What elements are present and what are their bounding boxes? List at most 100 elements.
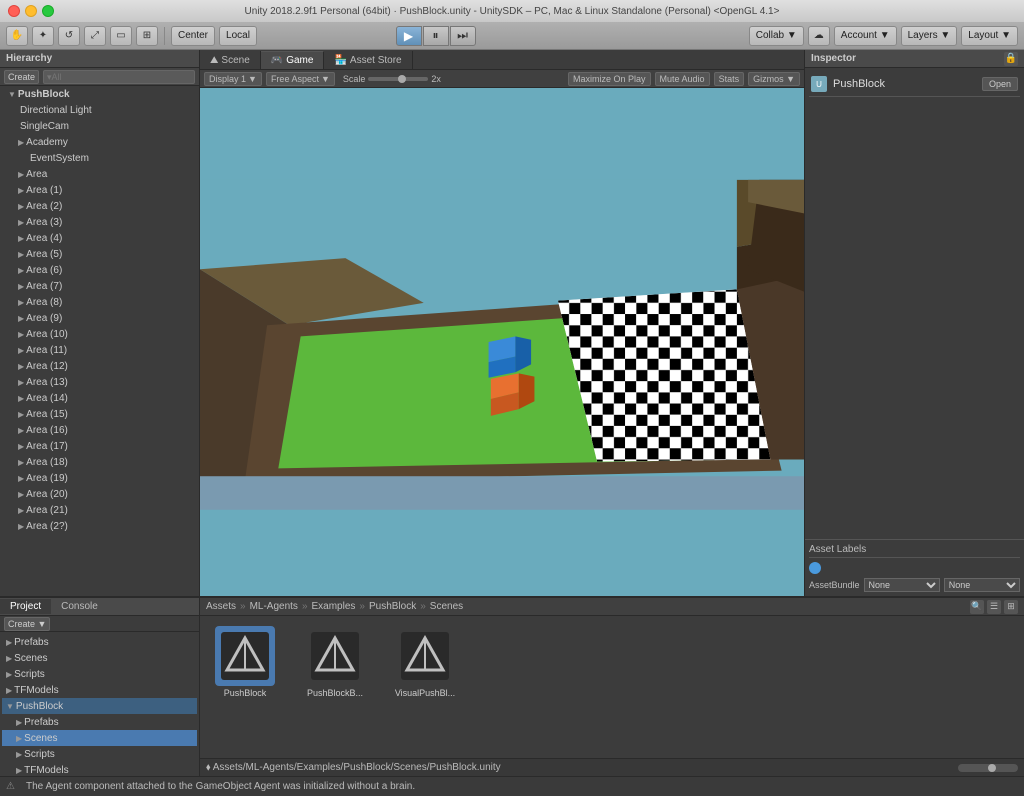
tab-console[interactable]: Console [51, 599, 108, 614]
maximize-button[interactable] [42, 5, 54, 17]
aspect-selector[interactable]: Free Aspect ▼ [266, 72, 335, 86]
multi-tool-btn[interactable]: ⊞ [136, 26, 158, 46]
title-bar: Unity 2018.2.9f1 Personal (64bit) · Push… [0, 0, 1024, 22]
hierarchy-item[interactable]: ▼PushBlock [0, 86, 199, 102]
project-tree-item[interactable]: ▶Prefabs [2, 634, 197, 650]
scale-value: 2x [431, 74, 441, 84]
breadcrumb-assets[interactable]: Assets [206, 601, 236, 612]
hierarchy-item[interactable]: ▶Area (16) [0, 422, 199, 438]
cloud-icon[interactable]: ☁ [808, 26, 830, 46]
collab-button[interactable]: Collab ▼ [749, 26, 804, 46]
hierarchy-item[interactable]: ▶Area (10) [0, 326, 199, 342]
rotate-tool-btn[interactable]: ↺ [58, 26, 80, 46]
project-tree-item[interactable]: ▶Scenes [2, 650, 197, 666]
window-controls[interactable] [8, 5, 54, 17]
stats-btn[interactable]: Stats [714, 72, 745, 86]
hierarchy-item[interactable]: ▶Area (2) [0, 198, 199, 214]
hierarchy-item[interactable]: EventSystem [0, 150, 199, 166]
asset-item[interactable]: VisualPushBl... [390, 626, 460, 698]
project-tree-item[interactable]: ▶TFModels [2, 682, 197, 698]
maximize-on-play-btn[interactable]: Maximize On Play [568, 72, 651, 86]
minimize-button[interactable] [25, 5, 37, 17]
hierarchy-item[interactable]: ▶Area (12) [0, 358, 199, 374]
project-tree-item[interactable]: ▶Scripts [2, 746, 197, 762]
hierarchy-item[interactable]: ▶Area (2?) [0, 518, 199, 534]
assetbundle-select-2[interactable]: None [944, 578, 1020, 592]
hierarchy-item[interactable]: ▶Area (3) [0, 214, 199, 230]
hierarchy-item[interactable]: ▶Area [0, 166, 199, 182]
breadcrumb-pushblock[interactable]: PushBlock [369, 601, 416, 612]
display-selector[interactable]: Display 1 ▼ [204, 72, 262, 86]
local-toggle-btn[interactable]: Local [219, 26, 257, 46]
layout-button[interactable]: Layout ▼ [961, 26, 1018, 46]
hierarchy-item[interactable]: ▶Area (4) [0, 230, 199, 246]
window-title: Unity 2018.2.9f1 Personal (64bit) · Push… [245, 6, 780, 17]
scale-slider[interactable] [368, 77, 428, 81]
center-toggle-btn[interactable]: Center [171, 26, 215, 46]
project-tree-item[interactable]: ▼PushBlock [2, 698, 197, 714]
hierarchy-item[interactable]: ▶Area (9) [0, 310, 199, 326]
tab-scene[interactable]: ⛰ Scene [200, 51, 261, 69]
asset-label: VisualPushBl... [390, 688, 460, 698]
layers-button[interactable]: Layers ▼ [901, 26, 958, 46]
breadcrumb-examples[interactable]: Examples [312, 601, 356, 612]
hierarchy-item[interactable]: ▶Area (13) [0, 374, 199, 390]
hierarchy-item[interactable]: ▶Area (15) [0, 406, 199, 422]
assets-view-btn[interactable]: ⊞ [1004, 600, 1018, 614]
move-tool-btn[interactable]: ✦ [32, 26, 54, 46]
mute-label: Mute Audio [660, 74, 705, 84]
project-tree-item[interactable]: ▶Scripts [2, 666, 197, 682]
project-tree-item[interactable]: ▶Scenes [2, 730, 197, 746]
project-tree-item[interactable]: ▶TFModels [2, 762, 197, 776]
hierarchy-item[interactable]: ▶Area (5) [0, 246, 199, 262]
account-button[interactable]: Account ▼ [834, 26, 897, 46]
tab-scene-label: Scene [221, 55, 249, 66]
hierarchy-create-btn[interactable]: Create [4, 70, 39, 84]
hierarchy-item[interactable]: SingleCam [0, 118, 199, 134]
project-create-btn[interactable]: Create ▼ [4, 617, 50, 631]
assetbundle-select-1[interactable]: None [864, 578, 940, 592]
assets-panel: Assets » ML-Agents » Examples » PushBloc… [200, 598, 1024, 776]
tab-asset-store[interactable]: 🏪 Asset Store [324, 51, 412, 69]
pause-button[interactable]: ⏸ [423, 26, 449, 46]
open-scene-btn[interactable]: Open [982, 77, 1018, 91]
hierarchy-item[interactable]: ▶Area (8) [0, 294, 199, 310]
asset-indicator [809, 562, 821, 574]
scale-control: Scale 2x [339, 73, 445, 85]
breadcrumb-scenes[interactable]: Scenes [430, 601, 463, 612]
hierarchy-item[interactable]: ▶Area (14) [0, 390, 199, 406]
step-button[interactable]: ⏭ [450, 26, 476, 46]
hierarchy-item[interactable]: ▶Area (19) [0, 470, 199, 486]
asset-item[interactable]: PushBlock [210, 626, 280, 698]
tab-project[interactable]: Project [0, 599, 51, 614]
mute-audio-btn[interactable]: Mute Audio [655, 72, 710, 86]
hierarchy-item[interactable]: Directional Light [0, 102, 199, 118]
assets-content: PushBlock PushBlockB... VisualPushBl... [200, 616, 1024, 758]
gizmos-btn[interactable]: Gizmos ▼ [748, 72, 800, 86]
inspector-header: Inspector 🔒 [805, 50, 1024, 68]
rect-tool-btn[interactable]: ▭ [110, 26, 132, 46]
zoom-slider[interactable] [958, 764, 1018, 772]
play-button[interactable]: ▶ [396, 26, 422, 46]
view-tabs: ⛰ Scene 🎮 Game 🏪 Asset Store [200, 50, 804, 70]
inspector-lock-btn[interactable]: 🔒 [1004, 52, 1018, 66]
hierarchy-item[interactable]: ▶Area (17) [0, 438, 199, 454]
project-tree-item[interactable]: ▶Prefabs [2, 714, 197, 730]
search-toggle-btn[interactable]: 🔍 [970, 600, 984, 614]
breadcrumb-ml-agents[interactable]: ML-Agents [250, 601, 298, 612]
hierarchy-item[interactable]: ▶Area (1) [0, 182, 199, 198]
hierarchy-item[interactable]: ▶Academy [0, 134, 199, 150]
hierarchy-item[interactable]: ▶Area (11) [0, 342, 199, 358]
asset-item[interactable]: PushBlockB... [300, 626, 370, 698]
close-button[interactable] [8, 5, 20, 17]
assets-settings-btn[interactable]: ☰ [987, 600, 1001, 614]
hand-tool-btn[interactable]: ✋ [6, 26, 28, 46]
hierarchy-item[interactable]: ▶Area (7) [0, 278, 199, 294]
hierarchy-item[interactable]: ▶Area (20) [0, 486, 199, 502]
scale-tool-btn[interactable]: ⤢ [84, 26, 106, 46]
hierarchy-search[interactable] [43, 70, 195, 84]
tab-game[interactable]: 🎮 Game [261, 51, 325, 69]
hierarchy-item[interactable]: ▶Area (21) [0, 502, 199, 518]
hierarchy-item[interactable]: ▶Area (18) [0, 454, 199, 470]
hierarchy-item[interactable]: ▶Area (6) [0, 262, 199, 278]
